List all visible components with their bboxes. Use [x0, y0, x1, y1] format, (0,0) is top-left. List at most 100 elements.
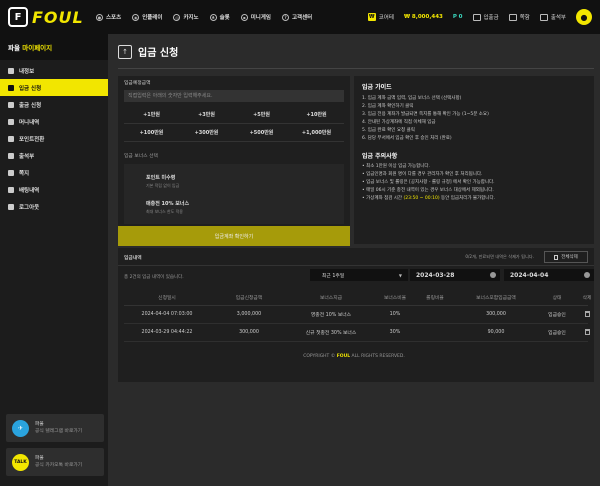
history-table: 신청일시 입금신청금액 보너스지급 보너스비율 롤링비율 보너스포함입금금액 상…	[124, 290, 591, 342]
page-header: ↑ 입금 신청	[118, 44, 178, 59]
calendar-icon	[8, 152, 14, 159]
logo[interactable]: F FOUL	[8, 7, 96, 27]
logo-mark-icon: F	[8, 7, 28, 27]
bonus-option-none[interactable]: 포인트 미수령 기본 적립 없이 입금	[146, 174, 179, 189]
sidebar-item-deposit[interactable]: 입금 신청	[0, 79, 108, 96]
guide-step: 4. 안내된 가상계좌에 직접 이체해 입금	[362, 120, 436, 125]
minigame-icon: ▪	[240, 13, 248, 21]
history-count: 총 2건의 입금 내역이 있습니다.	[124, 275, 184, 280]
guide-step: 5. 입금 완료 확인 요청 클릭	[362, 128, 415, 133]
sidebar-item-withdraw[interactable]: 출금 신청	[0, 96, 108, 113]
bonus-label: 입금 보너스 선택	[124, 154, 158, 159]
user-icon	[8, 67, 14, 74]
deposit-form: 입금예정금액 +1만원 +3만원 +5만원 +10만원 +100만원 +300만…	[118, 76, 350, 244]
notice-item: • 매일 06시 기준 충전 내역이 있는 경우 보너스 대상에서 제외됩니다.	[362, 188, 494, 193]
row-delete-button[interactable]	[576, 328, 598, 337]
sidebar-item-my-info[interactable]: 내정보	[0, 62, 108, 79]
top-bar: F FOUL ● 스포츠 ◉ 인플레이 ◎ 카지노 ♣ 슬롯 ▪ 미니게임 ? 고객센터 ₩…	[0, 0, 600, 34]
nav-casino[interactable]: ◎ 카지노	[173, 13, 199, 21]
guide-step: 2. 입금 계좌 확인하기 클릭	[362, 104, 414, 109]
nav-sports[interactable]: ● 스포츠	[96, 13, 121, 21]
guide-step: 3. 입금 전용 계좌가 발급되면 쪽지를 통해 확인 가능 (1~5분 소요)	[362, 112, 489, 117]
period-select[interactable]: 최근 1주일 ▼	[310, 269, 408, 281]
nav-minigame[interactable]: ▪ 미니게임	[240, 13, 271, 21]
kakaotalk-icon: TALK	[12, 453, 29, 471]
amount-button-5m[interactable]: +500만원	[234, 124, 289, 142]
mail-link[interactable]: 쪽함	[508, 13, 530, 21]
deposit-page-icon: ↑	[118, 44, 132, 59]
user-name: 코어테	[378, 15, 394, 21]
sidebar-item-point-convert[interactable]: 포인트전환	[0, 130, 108, 147]
calendar-icon	[490, 272, 496, 278]
sports-icon: ●	[96, 13, 103, 21]
mail-icon	[8, 169, 14, 176]
deposit-history: 입금내역 0/2개, 만료되면 내역은 삭제가 됩니다. 전체삭제 총 2건의 …	[118, 248, 594, 382]
sidebar-item-money-history[interactable]: 머니내역	[0, 113, 108, 130]
bonus-option-10pct[interactable]: 매충전 10% 보너스 최대 보너스 한도 적용	[146, 200, 189, 215]
history-info: 0/2개, 만료되면 내역은 삭제가 됩니다.	[465, 254, 534, 259]
table-row: 2024-04-04 07:03:00 3,000,000 영충전 10% 보너…	[124, 306, 590, 324]
money-icon	[8, 118, 14, 125]
notice-item: • 가상계좌 점검 시간 (23:50 ~ 00:10) 동안 입금처리가 불가…	[362, 196, 496, 201]
delete-all-button[interactable]: 전체삭제	[544, 251, 588, 263]
chevron-down-icon: ▼	[398, 272, 402, 278]
telegram-promo[interactable]: ✈ 파울 공식 텔레그램 바로가기	[6, 414, 104, 442]
mail-icon	[508, 13, 517, 21]
attendance-link[interactable]: 출석부	[539, 13, 566, 21]
trash-icon	[584, 310, 590, 317]
sidebar-item-logout[interactable]: 로그아웃	[0, 198, 108, 215]
amount-button-100k[interactable]: +10만원	[289, 106, 344, 124]
amount-button-50k[interactable]: +5만원	[234, 106, 289, 124]
amount-button-10k[interactable]: +1만원	[124, 106, 179, 124]
nav-slot[interactable]: ♣ 슬롯	[209, 13, 230, 21]
deposit-withdraw-link[interactable]: 입출금	[472, 13, 499, 21]
divider	[118, 68, 594, 69]
footer: COPYRIGHT © FOUL ALL RIGHTS RESERVED.	[303, 354, 405, 359]
logo-text: FOUL	[32, 7, 84, 27]
table-row: 2024-03-29 04:44:22 300,000 신규 첫충전 30% 보…	[124, 324, 590, 342]
wallet-icon	[472, 13, 481, 21]
sidebar-item-bet-history[interactable]: 배팅내역	[0, 181, 108, 198]
amount-button-1m[interactable]: +100만원	[124, 124, 179, 142]
won-badge-icon: ₩	[367, 13, 376, 21]
sidebar-item-attendance[interactable]: 출석부	[0, 147, 108, 164]
amount-buttons: +1만원 +3만원 +5만원 +10만원 +100만원 +300만원 +500만…	[124, 106, 344, 142]
date-from-input[interactable]: 2024-03-28	[410, 269, 500, 281]
inplay-icon: ◉	[132, 13, 140, 21]
logout-icon	[8, 203, 14, 210]
user-badge: ₩ 코어테	[367, 13, 394, 21]
withdraw-icon	[8, 101, 14, 108]
trash-icon	[584, 328, 590, 335]
notice-title: 입금 주의사항	[362, 153, 398, 160]
user-avatar-icon[interactable]: ●	[576, 9, 592, 25]
date-to-input[interactable]: 2024-04-04	[504, 269, 594, 281]
sidebar-item-message[interactable]: 쪽지	[0, 164, 108, 181]
amount-button-10m[interactable]: +1,000만원	[289, 124, 344, 142]
user-area: ₩ 코어테 ₩ 8,000,443 P 0 입출금 쪽함 출석부 ●	[358, 0, 592, 34]
confirm-account-button[interactable]: 입금계좌 확인하기	[118, 226, 350, 246]
row-delete-button[interactable]	[576, 310, 598, 319]
amount-button-3m[interactable]: +300만원	[179, 124, 234, 142]
trash-icon	[554, 254, 559, 260]
amount-button-30k[interactable]: +3만원	[179, 106, 234, 124]
calendar-icon	[584, 272, 590, 278]
point-balance: P 0	[452, 14, 463, 20]
table-header: 신청일시 입금신청금액 보너스지급 보너스비율 롤링비율 보너스포함입금금액 상…	[124, 290, 591, 306]
money-balance: ₩ 8,000,443	[403, 14, 443, 20]
amount-input[interactable]	[124, 90, 344, 102]
support-icon: ?	[282, 13, 289, 21]
history-header: 입금내역 0/2개, 만료되면 내역은 삭제가 됩니다. 전체삭제	[118, 248, 594, 266]
notice-item: • 입금인명과 회원 명이 다를 경우 관리자가 확인 후 처리됩니다.	[362, 172, 483, 177]
guide-step: 1. 입금 계좌 금액 입력, 입금 보너스 선택 (선택사항)	[362, 96, 462, 101]
guide-title: 입금 가이드	[362, 84, 392, 91]
sidebar-title: 파울 마이페이지	[0, 34, 108, 60]
list-icon	[8, 186, 14, 193]
slot-icon: ♣	[209, 13, 217, 21]
guide-steps: 1. 입금 계좌 금액 입력, 입금 보너스 선택 (선택사항) 2. 입금 계…	[362, 95, 586, 143]
nav-inplay[interactable]: ◉ 인플레이	[132, 13, 162, 21]
nav-support[interactable]: ? 고객센터	[282, 13, 312, 21]
calendar-icon	[539, 13, 548, 21]
main-content: ↑ 입금 신청 입금예정금액 +1만원 +3만원 +5만원 +10만원 +100…	[108, 34, 600, 486]
sidebar: 파울 마이페이지 내정보 입금 신청 출금 신청 머니내역 포인트전환 출석부 …	[0, 34, 108, 486]
kakaotalk-promo[interactable]: TALK 파울 공식 카카오톡 바로가기	[6, 448, 104, 476]
